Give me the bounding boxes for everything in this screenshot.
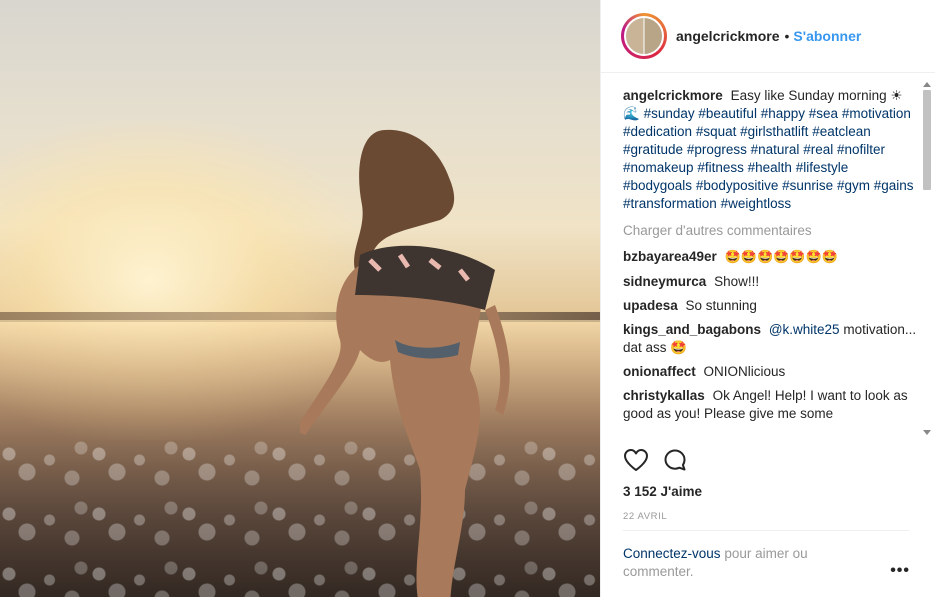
hashtag-link[interactable]: #fitness — [697, 160, 744, 175]
comment-text: ONIONlicious — [703, 364, 786, 379]
hashtag-link[interactable]: #gym — [837, 178, 870, 193]
comment-text: Show!!! — [714, 274, 760, 289]
hashtag-link[interactable]: #happy — [761, 106, 805, 121]
scroll-up-arrow-icon[interactable] — [923, 82, 931, 87]
comment-text: So stunning — [685, 298, 757, 313]
hashtag-link[interactable]: #lifestyle — [796, 160, 849, 175]
hashtag-link[interactable]: #gains — [874, 178, 914, 193]
comment-username[interactable]: upadesa — [623, 298, 678, 313]
scrollbar-thumb[interactable] — [923, 90, 931, 190]
hashtag-link[interactable]: #health — [748, 160, 792, 175]
login-link[interactable]: Connectez-vous — [623, 546, 721, 561]
photo-figure — [300, 129, 510, 597]
heart-icon — [624, 449, 648, 471]
hashtag-link[interactable]: #dedication — [623, 124, 692, 139]
caption-username[interactable]: angelcrickmore — [623, 88, 723, 103]
hashtag-link[interactable]: #weightloss — [721, 196, 792, 211]
caption-hashtags: #sunday #beautiful #happy #sea #motivati… — [623, 106, 914, 211]
caption: angelcrickmore Easy like Sunday morning … — [623, 87, 917, 213]
more-options-button[interactable]: ••• — [890, 562, 910, 580]
follow-button[interactable]: S'abonner — [793, 28, 861, 44]
comment-username[interactable]: bzbayarea49er — [623, 249, 717, 264]
hashtag-link[interactable]: #sunrise — [782, 178, 833, 193]
hashtag-link[interactable]: #progress — [687, 142, 747, 157]
like-button[interactable] — [623, 448, 649, 472]
hashtag-link[interactable]: #eatclean — [812, 124, 871, 139]
comment-button[interactable] — [663, 448, 687, 472]
hashtag-link[interactable]: #real — [803, 142, 833, 157]
hashtag-link[interactable]: #squat — [696, 124, 737, 139]
comment-username[interactable]: onionaffect — [623, 364, 696, 379]
hashtag-link[interactable]: #girlsthatlift — [740, 124, 808, 139]
hashtag-link[interactable]: #sunday — [644, 106, 695, 121]
hashtag-link[interactable]: #sea — [809, 106, 838, 121]
hashtag-link[interactable]: #gratitude — [623, 142, 683, 157]
comment-icon — [664, 449, 686, 471]
comment-item: bzbayarea49er 🤩🤩🤩🤩🤩🤩🤩 — [623, 248, 917, 267]
hashtag-link[interactable]: #beautiful — [698, 106, 757, 121]
divider — [623, 530, 909, 531]
hashtag-link[interactable]: #natural — [751, 142, 800, 157]
hashtag-link[interactable]: #nofilter — [837, 142, 885, 157]
post-date[interactable]: 22 AVRIL — [623, 511, 667, 522]
comment-item: onionaffect ONIONlicious — [623, 363, 917, 381]
comment-item: kings_and_bagabons @k.white25 motivation… — [623, 321, 917, 357]
comment-username[interactable]: christykallas — [623, 388, 705, 403]
comment-item: christykallas Ok Angel! Help! I want to … — [623, 387, 917, 423]
scroll-down-arrow-icon[interactable] — [923, 430, 931, 435]
post-container: angelcrickmore • S'abonner angelcrickmor… — [0, 0, 935, 597]
avatar[interactable] — [624, 16, 664, 56]
comment-item: sidneymurca Show!!! — [623, 273, 917, 291]
load-more-comments-button[interactable]: Charger d'autres commentaires — [623, 222, 917, 240]
comment-username[interactable]: sidneymurca — [623, 274, 706, 289]
header-separator: • — [784, 28, 790, 44]
post-sidebar: angelcrickmore • S'abonner angelcrickmor… — [600, 0, 935, 597]
hashtag-link[interactable]: #bodygoals — [623, 178, 692, 193]
comments-list[interactable]: angelcrickmore Easy like Sunday morning … — [601, 73, 935, 439]
comment-item: upadesa So stunning — [623, 297, 917, 315]
login-prompt: Connectez-vous pour aimer ou commenter. — [623, 545, 843, 581]
hashtag-link[interactable]: #motivation — [842, 106, 911, 121]
hashtag-link[interactable]: #bodypositive — [696, 178, 779, 193]
hashtag-link[interactable]: #nomakeup — [623, 160, 694, 175]
comment-text: 🤩🤩🤩🤩🤩🤩🤩 — [724, 250, 838, 265]
comment-mention[interactable]: @k.white25 — [769, 322, 840, 337]
hashtag-link[interactable]: #transformation — [623, 196, 717, 211]
post-photo[interactable] — [0, 0, 600, 597]
likes-count[interactable]: 3 152 J'aime — [623, 484, 702, 499]
header-username[interactable]: angelcrickmore — [676, 28, 780, 44]
avatar-story-ring[interactable] — [621, 13, 667, 59]
post-header: angelcrickmore • S'abonner — [601, 0, 935, 73]
comments-scrollbar[interactable] — [921, 80, 933, 437]
comment-username[interactable]: kings_and_bagabons — [623, 322, 761, 337]
action-bar — [623, 448, 687, 472]
